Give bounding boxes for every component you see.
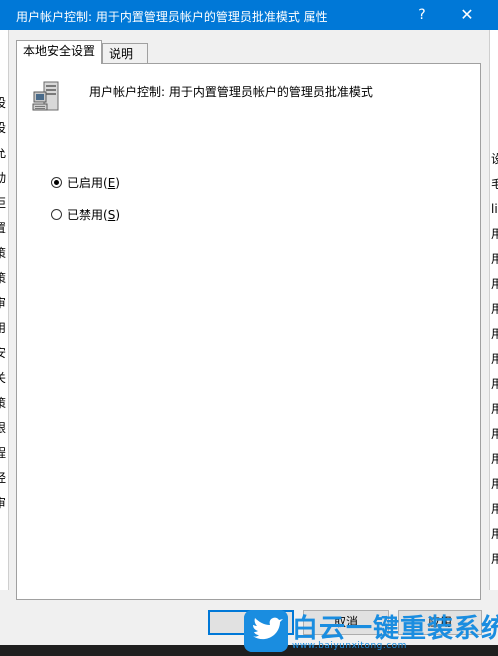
background-left-fragment: 经 bbox=[0, 471, 7, 485]
background-left-fragment: 审 bbox=[0, 496, 7, 510]
background-right-fragment: 用 bbox=[491, 552, 498, 566]
background-right-fragment: 用 bbox=[491, 427, 498, 441]
watermark-text: 白云一键重装系统 bbox=[292, 614, 498, 644]
help-button[interactable]: ? bbox=[406, 0, 438, 30]
background-right-fragment: 用 bbox=[491, 302, 498, 316]
tab-panel: 用户帐户控制: 用于内置管理员帐户的管理员批准模式 已启用(E) 已禁用(S) bbox=[16, 63, 481, 600]
option-enabled[interactable]: 已启用(E) bbox=[51, 174, 120, 191]
background-right-fragment: 设 bbox=[491, 152, 498, 166]
background-left-fragment: 限 bbox=[0, 421, 7, 435]
background-right-fragment: 用 bbox=[491, 452, 498, 466]
background-left-fragment: 策 bbox=[0, 246, 7, 260]
background-left-fragment: 置 bbox=[0, 221, 7, 235]
close-button[interactable]: ✕ bbox=[452, 0, 482, 30]
background-right-fragment: 用 bbox=[491, 227, 498, 241]
option-enabled-label: 已启用(E) bbox=[67, 176, 120, 190]
bird-logo-icon bbox=[244, 610, 288, 652]
background-right-fragment: 用 bbox=[491, 252, 498, 266]
option-disabled[interactable]: 已禁用(S) bbox=[51, 206, 120, 223]
background-window-left: 设设允动拒置策策审用安关策限程经审 bbox=[0, 30, 9, 590]
window-title: 用户帐户控制: 用于内置管理员帐户的管理员批准模式 属性 bbox=[16, 10, 328, 24]
background-left-fragment: 关 bbox=[0, 371, 7, 385]
background-right-fragment: 用 bbox=[491, 327, 498, 341]
background-left-fragment: 拒 bbox=[0, 196, 7, 210]
background-right-fragment: 用 bbox=[491, 402, 498, 416]
background-left-fragment: 审 bbox=[0, 296, 7, 310]
background-right-fragment: lir bbox=[491, 202, 498, 216]
server-computer-icon bbox=[32, 81, 59, 111]
background-left-fragment: 用 bbox=[0, 321, 7, 335]
background-left-fragment: 程 bbox=[0, 446, 7, 460]
radio-disabled[interactable] bbox=[51, 209, 62, 220]
background-right-fragment: 毛 bbox=[491, 177, 498, 191]
background-left-fragment: 允 bbox=[0, 146, 7, 160]
background-left-fragment: 安 bbox=[0, 346, 7, 360]
properties-dialog: 用户帐户控制: 用于内置管理员帐户的管理员批准模式 属性 ? ✕ 本地安全设置 … bbox=[0, 0, 498, 645]
background-right-fragment: 用 bbox=[491, 502, 498, 516]
background-right-fragment: 用 bbox=[491, 527, 498, 541]
radio-enabled[interactable] bbox=[51, 177, 62, 188]
tab-local-security-setting[interactable]: 本地安全设置 bbox=[16, 40, 102, 64]
background-right-fragment: 用 bbox=[491, 377, 498, 391]
background-left-fragment: 设 bbox=[0, 121, 7, 135]
title-bar[interactable]: 用户帐户控制: 用于内置管理员帐户的管理员批准模式 属性 ? ✕ bbox=[0, 0, 498, 30]
background-left-fragment: 策 bbox=[0, 271, 7, 285]
policy-name: 用户帐户控制: 用于内置管理员帐户的管理员批准模式 bbox=[89, 85, 373, 99]
screen: 用户帐户控制: 用于内置管理员帐户的管理员批准模式 属性 ? ✕ 本地安全设置 … bbox=[0, 0, 498, 656]
background-window-right: 设毛lir用用用用用用用用用用用用用用 bbox=[489, 30, 498, 590]
background-left-fragment: 动 bbox=[0, 171, 7, 185]
background-right-fragment: 用 bbox=[491, 477, 498, 491]
tab-explain[interactable]: 说明 bbox=[102, 43, 148, 64]
background-right-fragment: 用 bbox=[491, 277, 498, 291]
watermark-url: www.baiyunxitong.com bbox=[292, 641, 407, 651]
background-left-fragment: 设 bbox=[0, 96, 7, 110]
option-disabled-label: 已禁用(S) bbox=[67, 208, 120, 222]
background-left-fragment: 策 bbox=[0, 396, 7, 410]
watermark: 白云一键重装系统 www.baiyunxitong.com bbox=[244, 610, 498, 656]
background-right-fragment: 用 bbox=[491, 352, 498, 366]
